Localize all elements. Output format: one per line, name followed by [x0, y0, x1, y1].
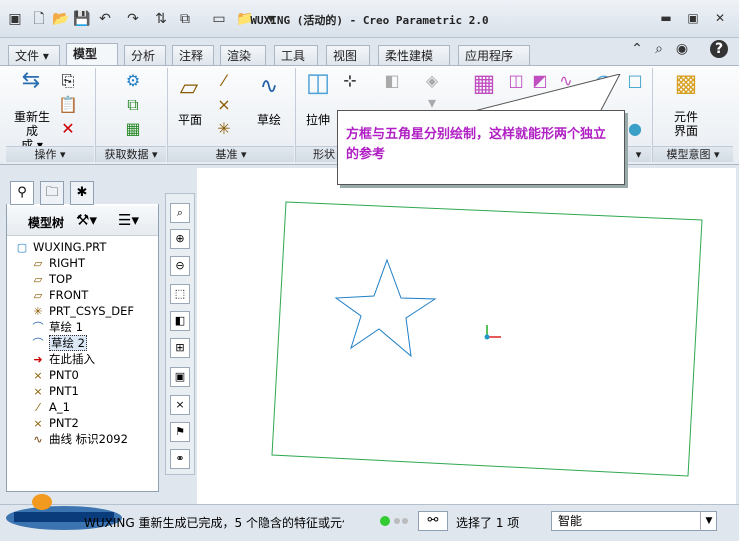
- selection-filter-select[interactable]: 智能: [551, 511, 717, 531]
- tree-item[interactable]: ▱ FRONT: [30, 287, 89, 303]
- datum-display-icon[interactable]: ×: [170, 395, 190, 415]
- csys-icon[interactable]: ✳: [214, 118, 234, 140]
- folder-browser-tab-icon[interactable]: 🗀: [40, 181, 64, 205]
- component-interface-icon[interactable]: ▩: [670, 71, 702, 102]
- status-indicator-icon: [380, 516, 390, 526]
- sketch-star: [334, 258, 437, 358]
- sketch-icon: ⌒: [32, 321, 44, 334]
- copy-geometry-icon[interactable]: ⧉: [122, 94, 144, 116]
- datum-plane-icon: ▱: [33, 257, 43, 270]
- datum-axis-icon[interactable]: ⁄: [214, 70, 234, 92]
- close-button[interactable]: ✕: [709, 9, 731, 27]
- sketch-icon[interactable]: ∿: [252, 76, 286, 98]
- sketch-icon: ⌒: [32, 337, 44, 350]
- tree-item[interactable]: ▢ WUXING.PRT: [14, 239, 107, 255]
- callout-pointer: [470, 74, 621, 113]
- saved-orientations-icon[interactable]: ⊞: [170, 338, 190, 358]
- datum-axis-icon: ⁄: [37, 401, 39, 414]
- graphics-canvas[interactable]: [197, 168, 736, 504]
- zoom-in-icon[interactable]: ⊕: [170, 229, 190, 249]
- collapse-ribbon-icon[interactable]: ⌃: [628, 40, 646, 58]
- csys-triad-icon: [484, 325, 501, 340]
- revolve-icon[interactable]: ⊹: [340, 70, 360, 92]
- shrinkwrap-icon[interactable]: ▦: [122, 118, 144, 140]
- datum-plane-icon: ▱: [33, 289, 43, 302]
- tree-item[interactable]: × PNT1: [30, 383, 79, 399]
- tab-annotate[interactable]: 注释: [172, 45, 214, 65]
- tree-item[interactable]: × PNT0: [30, 367, 79, 383]
- tab-model[interactable]: 模型: [66, 43, 118, 65]
- selection-count: 选择了 1 项: [456, 516, 520, 530]
- find-icon[interactable]: ⚯: [418, 511, 448, 531]
- tree-item[interactable]: ▱ TOP: [30, 271, 72, 287]
- curve-icon: ∿: [33, 433, 43, 446]
- plane-button[interactable]: 平面: [172, 111, 208, 128]
- datum-plane-icon: ▱: [33, 273, 43, 286]
- tree-settings-icon[interactable]: ⚒▾: [76, 211, 98, 231]
- model-tree-tab-icon[interactable]: ⚲: [10, 181, 34, 205]
- part-icon: ▢: [16, 241, 28, 254]
- group-operations[interactable]: 操作 ▾: [6, 146, 94, 162]
- tree-item[interactable]: ➜ 在此插入: [30, 351, 95, 367]
- tree-show-icon[interactable]: ☰▾: [118, 211, 154, 231]
- search-icon[interactable]: ⌕: [650, 40, 668, 58]
- datum-point-icon: ×: [33, 385, 43, 398]
- annotation-callout: 方框与五角星分别绘制，这样就能形两个独立的参考: [337, 110, 625, 185]
- style-icon[interactable]: ●: [626, 118, 644, 140]
- delete-icon[interactable]: ✕: [58, 118, 78, 140]
- tab-render[interactable]: 渲染: [220, 45, 266, 65]
- spin-center-icon[interactable]: ⚭: [170, 449, 190, 469]
- status-dot-icon: [394, 518, 400, 524]
- tree-item[interactable]: × PNT2: [30, 415, 79, 431]
- datum-point-icon[interactable]: ×: [214, 94, 234, 116]
- copy-icon[interactable]: ⎘: [58, 70, 78, 92]
- group-surfaces-more[interactable]: ▾: [626, 146, 651, 162]
- csys-icon: ✳: [33, 305, 43, 318]
- status-dot-icon: [402, 518, 408, 524]
- minimize-button[interactable]: ▬: [655, 9, 677, 27]
- tab-tools[interactable]: 工具: [274, 45, 318, 65]
- chevron-down-icon[interactable]: ▼: [700, 511, 717, 531]
- datum-plane-icon[interactable]: ▱: [174, 75, 204, 99]
- extrude-button[interactable]: 拉伸: [300, 111, 336, 128]
- favorites-tab-icon[interactable]: ✱: [70, 181, 94, 205]
- tab-file[interactable]: 文件 ▾: [8, 45, 60, 65]
- user-defined-feature-icon[interactable]: ⚙: [122, 70, 144, 92]
- tab-view[interactable]: 视图: [326, 45, 370, 65]
- view-manager-icon[interactable]: ▣: [170, 367, 190, 387]
- display-style-icon[interactable]: ◧: [170, 311, 190, 331]
- help-icon[interactable]: ?: [710, 40, 728, 58]
- group-model-intent[interactable]: 模型意图 ▾: [653, 146, 733, 162]
- tree-item[interactable]: ∿ 曲线 标识2092: [30, 431, 128, 447]
- datum-point-icon: ×: [33, 417, 43, 430]
- maximize-button[interactable]: ▣: [682, 9, 704, 27]
- window-title: WUXING (活动的) - Creo Parametric 2.0: [250, 14, 489, 27]
- zoom-out-icon[interactable]: ⊖: [170, 256, 190, 276]
- tree-item-selected[interactable]: ⌒ 草绘 2: [30, 335, 87, 351]
- tree-item[interactable]: ✳ PRT_CSYS_DEF: [30, 303, 134, 319]
- component-interface-button[interactable]: 元件 界面: [664, 110, 708, 138]
- tree-item[interactable]: ▱ RIGHT: [30, 255, 85, 271]
- repaint-icon[interactable]: ⬚: [170, 284, 190, 304]
- extrude-icon[interactable]: ◫: [302, 70, 334, 102]
- status-message: WUXING 重新生成已完成，5 个隐含的特征或元件: [84, 516, 344, 530]
- tab-analysis[interactable]: 分析: [124, 45, 166, 65]
- insert-arrow-icon: ➜: [33, 353, 43, 366]
- annotation-display-icon[interactable]: ⚑: [170, 422, 190, 442]
- sweep-icon[interactable]: ◧: [382, 70, 402, 92]
- tree-item[interactable]: ⌒ 草绘 1: [30, 319, 83, 335]
- tab-applications[interactable]: 应用程序: [458, 45, 530, 65]
- group-get-data[interactable]: 获取数据 ▾: [96, 146, 166, 162]
- refit-icon[interactable]: ⌕: [170, 203, 190, 223]
- sketch-button[interactable]: 草绘: [250, 111, 288, 128]
- tab-flexible-modeling[interactable]: 柔性建模: [378, 45, 450, 65]
- paste-icon[interactable]: 📋: [58, 94, 78, 116]
- tree-item[interactable]: ⁄ A_1: [30, 399, 70, 415]
- blend-icon[interactable]: ◈ ▾: [420, 70, 444, 114]
- community-icon[interactable]: ◉: [673, 40, 691, 58]
- regenerate-icon[interactable]: ⇆: [16, 70, 46, 106]
- model-tree-title[interactable]: 模型树: [28, 214, 64, 231]
- group-datum[interactable]: 基准 ▾: [168, 146, 294, 162]
- datum-point-icon: ×: [33, 369, 43, 382]
